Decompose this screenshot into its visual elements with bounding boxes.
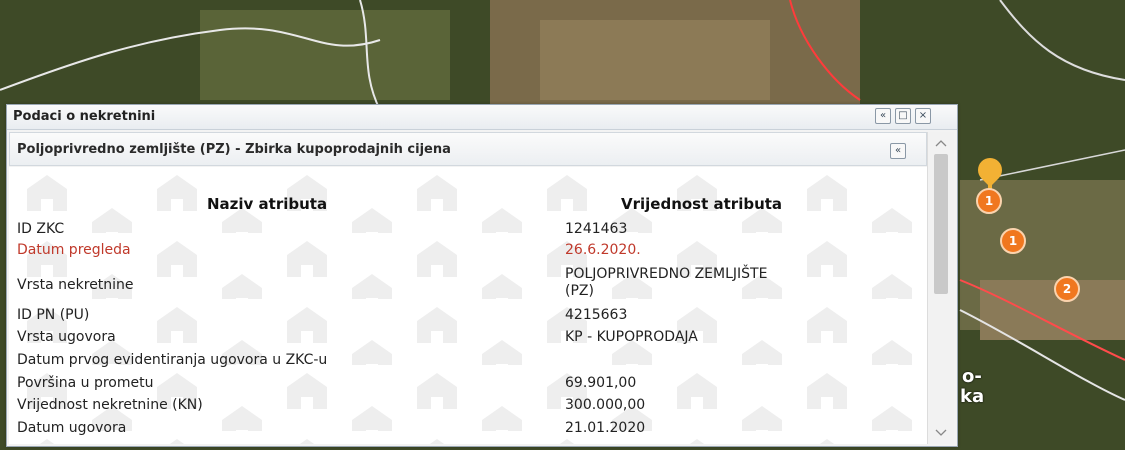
table-row: Datum ugovora 21.01.2020 <box>9 420 927 442</box>
chevron-up-icon[interactable] <box>928 134 954 152</box>
attribute-value: 21.01.2020 <box>565 420 646 436</box>
attribute-name: ID PN (PU) <box>17 307 90 323</box>
attribute-value: 4215663 <box>565 307 628 323</box>
attribute-name: Površina u prometu <box>17 375 154 391</box>
table-row: Datum pregleda 26.6.2020. <box>9 242 927 264</box>
attribute-name: ID ZKC <box>17 221 65 237</box>
attribute-name: Vrsta ugovora <box>17 329 116 345</box>
table-row: Vrijednost nekretnine (KN) 300.000,00 <box>9 397 927 419</box>
panel-header[interactable]: Podaci o nekretnini « □ × <box>7 105 957 130</box>
attribute-value: 26.6.2020. <box>565 242 641 258</box>
section-header[interactable]: Poljoprivredno zemljište (PZ) - Zbirka k… <box>9 132 927 166</box>
attribute-value: KP - KUPOPRODAJA <box>565 329 698 345</box>
table-row: Datum prvog evidentiranja ugovora u ZKC-… <box>9 352 927 374</box>
attribute-value: 300.000,00 <box>565 397 646 413</box>
cluster-marker[interactable]: 2 <box>1054 276 1080 302</box>
attribute-value: 1241463 <box>565 221 628 237</box>
table-row: ID ZKC 1241463 <box>9 221 927 243</box>
table-row: Vrsta ugovora KP - KUPOPRODAJA <box>9 329 927 351</box>
attribute-name: Vrsta nekretnine <box>17 277 134 293</box>
map-place-label: ka <box>960 386 985 407</box>
scroll-thumb[interactable] <box>934 154 948 294</box>
attribute-table-container: Naziv atributa Vrijednost atributa ID ZK… <box>9 167 927 444</box>
attribute-name: Datum prvog evidentiranja ugovora u ZKC-… <box>17 352 328 368</box>
column-header-value: Vrijednost atributa <box>621 195 783 213</box>
panel-title: Podaci o nekretnini <box>13 109 156 124</box>
vertical-scrollbar[interactable] <box>927 132 954 444</box>
cluster-marker[interactable]: 1 <box>976 188 1002 214</box>
cluster-marker[interactable]: 1 <box>1000 228 1026 254</box>
table-row: ID PN (PU) 4215663 <box>9 307 927 329</box>
chevron-down-icon[interactable] <box>928 424 954 442</box>
table-row: Površina u prometu 69.901,00 <box>9 375 927 397</box>
collapse-section-button[interactable]: « <box>890 143 906 159</box>
attribute-value: 69.901,00 <box>565 375 637 391</box>
table-row: Vrsta nekretnine POLJOPRIVREDNO ZEMLJIŠT… <box>9 263 927 299</box>
attribute-name: Datum pregleda <box>17 242 131 258</box>
column-header-name: Naziv atributa <box>207 195 328 213</box>
collapse-panel-button[interactable]: « <box>875 108 891 124</box>
attribute-value-continued: (PZ) <box>565 283 594 299</box>
attribute-name: Datum ugovora <box>17 420 127 436</box>
attribute-name: Vrijednost nekretnine (KN) <box>17 397 203 413</box>
maximize-panel-button[interactable]: □ <box>895 108 911 124</box>
section-title: Poljoprivredno zemljište (PZ) - Zbirka k… <box>17 142 451 157</box>
attribute-value: POLJOPRIVREDNO ZEMLJIŠTE <box>565 266 768 282</box>
close-panel-button[interactable]: × <box>915 108 931 124</box>
map-place-label: o- <box>962 366 982 387</box>
property-info-panel: Podaci o nekretnini « □ × Poljoprivredno… <box>6 104 958 447</box>
